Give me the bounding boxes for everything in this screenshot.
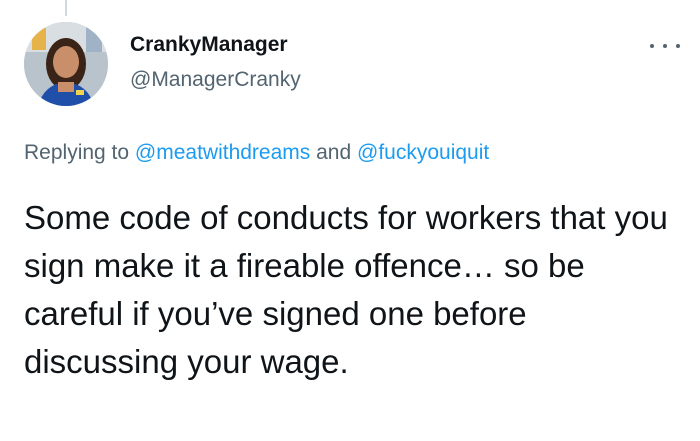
profile-photo-icon (24, 22, 108, 106)
author-display-name[interactable]: CrankyManager (130, 32, 301, 58)
more-dot (663, 44, 667, 48)
tweet-header: CrankyManager @ManagerCranky (130, 32, 301, 93)
avatar[interactable] (24, 22, 108, 106)
more-dot (676, 44, 680, 48)
replying-to-label: Replying to (24, 141, 130, 164)
more-dot (650, 44, 654, 48)
thread-connector-line (65, 0, 67, 16)
replying-to-line: Replying to @meatwithdreams and @fuckyou… (24, 140, 489, 166)
mention-link-2[interactable]: @fuckyouiquit (357, 141, 489, 164)
replying-to-conjunction: and (316, 141, 352, 164)
author-handle[interactable]: @ManagerCranky (130, 67, 301, 93)
more-options-icon[interactable] (650, 38, 680, 54)
tweet-text: Some code of conducts for workers that y… (24, 199, 668, 380)
mention-link-1[interactable]: @meatwithdreams (135, 141, 310, 164)
